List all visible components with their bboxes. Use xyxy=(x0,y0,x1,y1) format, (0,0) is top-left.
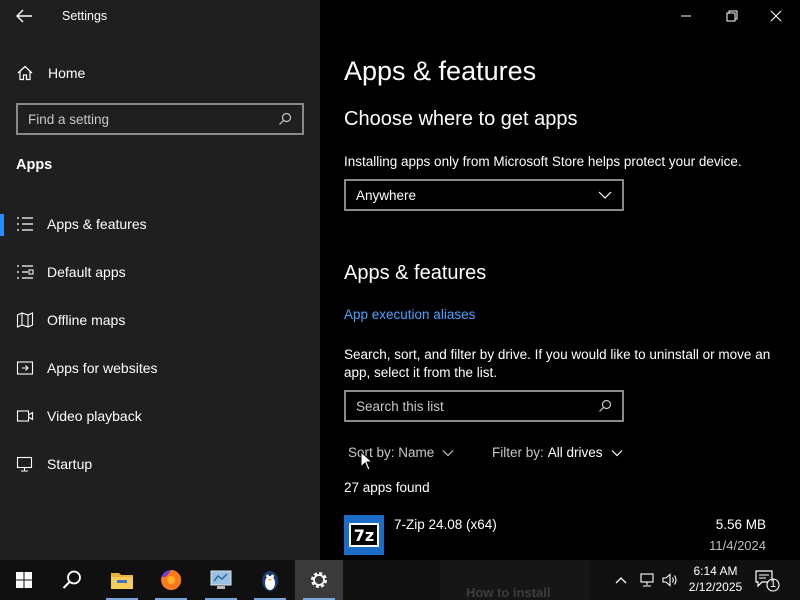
filter-key: Filter by: xyxy=(492,445,544,460)
folder-icon xyxy=(111,573,133,589)
choose-apps-description: Installing apps only from Microsoft Stor… xyxy=(344,154,742,169)
main-content: Apps & features Choose where to get apps… xyxy=(320,0,800,560)
sidebar-item-label: Offline maps xyxy=(47,312,126,328)
search-icon xyxy=(599,399,612,412)
app-list-item[interactable]: 7z 7-Zip 24.08 (x64) 5.56 MB 11/4/2024 xyxy=(344,512,776,560)
instructions-text: Search, sort, and filter by drive. If yo… xyxy=(344,347,771,380)
map-icon xyxy=(16,312,34,328)
minimize-icon xyxy=(681,15,691,17)
restore-icon xyxy=(726,10,738,22)
penguin-app-button[interactable] xyxy=(246,560,294,600)
clock-date: 2/12/2025 xyxy=(688,580,743,594)
sidebar-item-apps-features[interactable]: Apps & features xyxy=(0,204,320,244)
find-setting-input[interactable]: Find a setting xyxy=(16,103,304,135)
filter-dropdown[interactable]: Filter by: All drives xyxy=(492,445,623,460)
start-button[interactable] xyxy=(0,560,48,600)
chevron-down-icon xyxy=(611,449,622,456)
control-panel-button[interactable] xyxy=(197,560,245,600)
file-explorer-button[interactable] xyxy=(98,560,146,600)
chevron-up-icon xyxy=(615,577,627,584)
sidebar-item-offline-maps[interactable]: Offline maps xyxy=(0,300,320,340)
clock-time: 6:14 AM xyxy=(693,564,738,578)
search-button[interactable] xyxy=(48,560,96,600)
sidebar: Settings Home Find a setting Apps Apps &… xyxy=(0,0,320,560)
ghost-tooltip-text: How to install xyxy=(466,585,551,600)
back-button[interactable] xyxy=(14,7,34,25)
search-list-placeholder: Search this list xyxy=(356,398,444,414)
mouse-cursor xyxy=(360,451,374,471)
penguin-icon xyxy=(262,571,278,591)
settings-button[interactable] xyxy=(295,560,343,600)
home-icon xyxy=(17,65,33,81)
app-install-date: 11/4/2024 xyxy=(709,538,766,553)
section-title: Apps xyxy=(16,157,53,173)
page-title: Apps & features xyxy=(344,56,537,86)
ghost-tooltip: How to install xyxy=(440,560,590,600)
search-icon xyxy=(279,112,292,125)
network-button[interactable] xyxy=(638,560,656,600)
video-icon xyxy=(16,410,34,422)
apps-features-heading: Apps & features xyxy=(344,262,487,284)
title-bar: Settings xyxy=(0,0,320,32)
network-icon xyxy=(640,573,654,587)
sidebar-item-label: Video playback xyxy=(47,408,142,424)
find-setting-placeholder: Find a setting xyxy=(28,111,110,127)
sidebar-item-video-playback[interactable]: Video playback xyxy=(0,396,320,436)
app-source-dropdown[interactable]: Anywhere xyxy=(344,179,624,211)
action-center-button[interactable]: 1 xyxy=(754,568,780,592)
search-icon xyxy=(62,570,81,589)
notification-count: 1 xyxy=(769,578,777,590)
apps-count: 27 apps found xyxy=(344,480,430,495)
app-icon-text: 7z xyxy=(349,523,379,547)
back-arrow-icon xyxy=(16,9,32,23)
home-label: Home xyxy=(48,65,86,81)
app-source-value: Anywhere xyxy=(356,187,417,203)
volume-button[interactable] xyxy=(661,560,679,600)
app-name: 7-Zip 24.08 (x64) xyxy=(394,517,497,532)
minimize-button[interactable] xyxy=(676,6,696,26)
firefox-icon xyxy=(161,569,182,590)
windows-logo-icon xyxy=(16,572,32,588)
startup-icon xyxy=(16,456,33,472)
app-size: 5.56 MB xyxy=(715,517,766,532)
search-list-input[interactable]: Search this list xyxy=(344,390,624,422)
control-panel-icon xyxy=(210,570,232,589)
restore-button[interactable] xyxy=(722,6,742,26)
sidebar-item-default-apps[interactable]: Default apps xyxy=(0,252,320,292)
firefox-button[interactable] xyxy=(147,560,195,600)
sidebar-item-label: Apps & features xyxy=(47,216,147,232)
speaker-icon xyxy=(662,573,677,587)
close-button[interactable] xyxy=(766,6,786,26)
show-hidden-icons-button[interactable] xyxy=(614,560,628,600)
7zip-icon: 7z xyxy=(344,515,384,555)
app-execution-aliases-link[interactable]: App execution aliases xyxy=(344,307,475,322)
sidebar-item-startup[interactable]: Startup xyxy=(0,444,320,484)
default-apps-icon xyxy=(17,265,34,279)
sidebar-item-label: Startup xyxy=(47,456,93,472)
list-icon xyxy=(17,217,33,231)
taskbar: How to install 6:14 AM 2/12/2025 1 xyxy=(0,560,800,600)
sidebar-item-apps-for-websites[interactable]: Apps for websites xyxy=(0,348,320,388)
chevron-down-icon xyxy=(442,449,454,456)
website-app-icon xyxy=(16,361,34,375)
choose-apps-heading: Choose where to get apps xyxy=(344,108,578,130)
sidebar-item-label: Default apps xyxy=(47,264,126,280)
gear-icon xyxy=(311,572,327,588)
sidebar-item-label: Apps for websites xyxy=(47,360,158,376)
close-icon xyxy=(770,10,782,22)
chevron-down-icon xyxy=(598,191,612,199)
filter-value: All drives xyxy=(547,445,603,460)
window-title: Settings xyxy=(62,9,108,23)
clock[interactable]: 6:14 AM 2/12/2025 xyxy=(683,563,748,595)
home-nav-item[interactable]: Home xyxy=(16,62,85,84)
active-indicator xyxy=(0,214,4,236)
